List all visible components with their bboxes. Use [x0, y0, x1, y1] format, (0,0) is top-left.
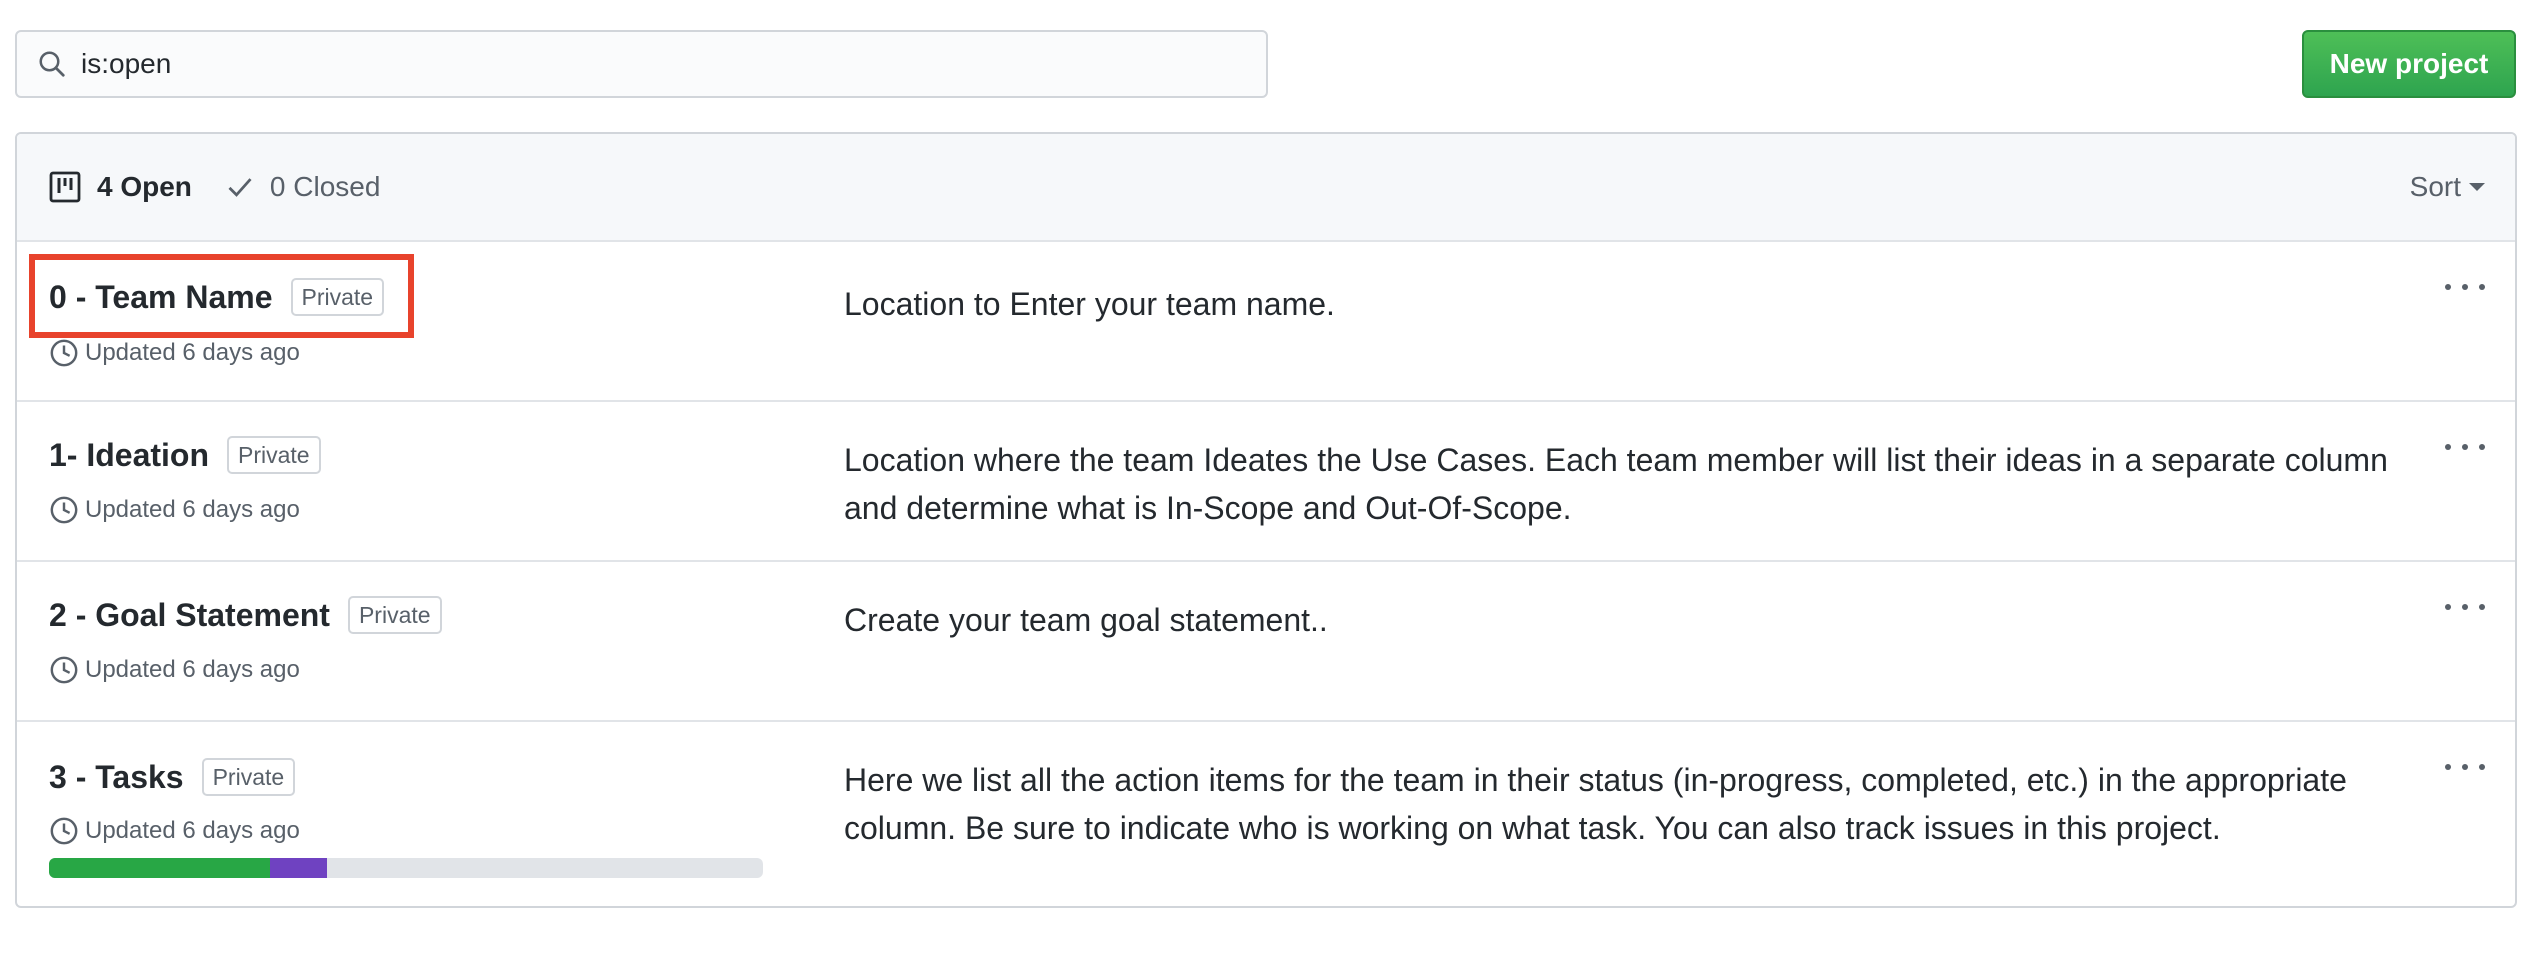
project-name-link[interactable]: 1- Ideation [49, 437, 209, 474]
project-updated: Updated 6 days ago [49, 338, 300, 368]
project-description: Here we list all the action items for th… [844, 762, 2347, 846]
kebab-horizontal-icon [2445, 604, 2451, 610]
search-icon [39, 51, 65, 77]
project-board-icon [49, 171, 81, 203]
more-options-button[interactable] [2445, 437, 2485, 457]
project-row: 1- Ideation Private Updated 6 days ago L… [17, 402, 2515, 562]
private-badge: Private [347, 596, 442, 634]
clock-icon [50, 656, 78, 684]
closed-count: 0 Closed [269, 171, 381, 202]
updated-text: Updated 6 days ago [85, 496, 300, 523]
clock-icon [50, 339, 78, 367]
project-progress-bar [49, 858, 763, 878]
project-row: 2 - Goal Statement Private Updated 6 day… [17, 562, 2515, 722]
private-badge: Private [227, 436, 321, 474]
closed-filter[interactable]: 0 Closed [226, 171, 381, 203]
open-count: 4 Open [97, 171, 192, 202]
private-badge: Private [201, 758, 296, 796]
open-filter[interactable]: 4 Open [49, 171, 192, 203]
updated-text: Updated 6 days ago [85, 817, 300, 844]
updated-text: Updated 6 days ago [85, 656, 300, 683]
kebab-horizontal-icon [2445, 444, 2451, 450]
project-updated: Updated 6 days ago [49, 655, 300, 685]
project-description: Location where the team Ideates the Use … [844, 442, 2388, 526]
projects-list: 4 Open 0 Closed Sort 0 - Team Name Priva… [15, 132, 2517, 908]
private-badge: Private [290, 278, 385, 316]
project-row: 0 - Team Name Private Updated 6 days ago… [17, 242, 2515, 402]
project-name-link[interactable]: 2 - Goal Statement [49, 597, 330, 634]
sort-label: Sort [2409, 171, 2461, 202]
project-title-group: 3 - Tasks Private [49, 758, 296, 796]
project-updated: Updated 6 days ago [49, 495, 300, 525]
search-input[interactable] [81, 48, 1181, 80]
search-box[interactable] [15, 30, 1268, 98]
project-row: 3 - Tasks Private Updated 6 days ago Her… [17, 722, 2515, 906]
kebab-horizontal-icon [2445, 764, 2451, 770]
project-updated: Updated 6 days ago [49, 816, 300, 846]
progress-done-segment [49, 858, 271, 878]
clock-icon [50, 496, 78, 524]
clock-icon [50, 817, 78, 845]
project-name-link[interactable]: 3 - Tasks [49, 759, 184, 796]
progress-in-progress-segment [270, 858, 328, 878]
project-description: Location to Enter your team name. [844, 286, 1335, 322]
sort-dropdown[interactable]: Sort [2410, 134, 2485, 240]
project-title-group: 0 - Team Name Private [49, 278, 385, 316]
project-name-link[interactable]: 0 - Team Name [49, 279, 273, 316]
check-icon [228, 178, 252, 197]
updated-text: Updated 6 days ago [85, 339, 300, 366]
project-title-group: 1- Ideation Private [49, 436, 321, 474]
caret-down-icon [2469, 183, 2485, 191]
project-title-group: 2 - Goal Statement Private [49, 596, 442, 634]
kebab-horizontal-icon [2445, 284, 2451, 290]
more-options-button[interactable] [2445, 597, 2485, 617]
new-project-button[interactable]: New project [2302, 30, 2516, 98]
more-options-button[interactable] [2445, 277, 2485, 297]
more-options-button[interactable] [2445, 757, 2485, 777]
projects-list-header: 4 Open 0 Closed Sort [17, 134, 2515, 242]
project-description: Create your team goal statement.. [844, 602, 1328, 638]
